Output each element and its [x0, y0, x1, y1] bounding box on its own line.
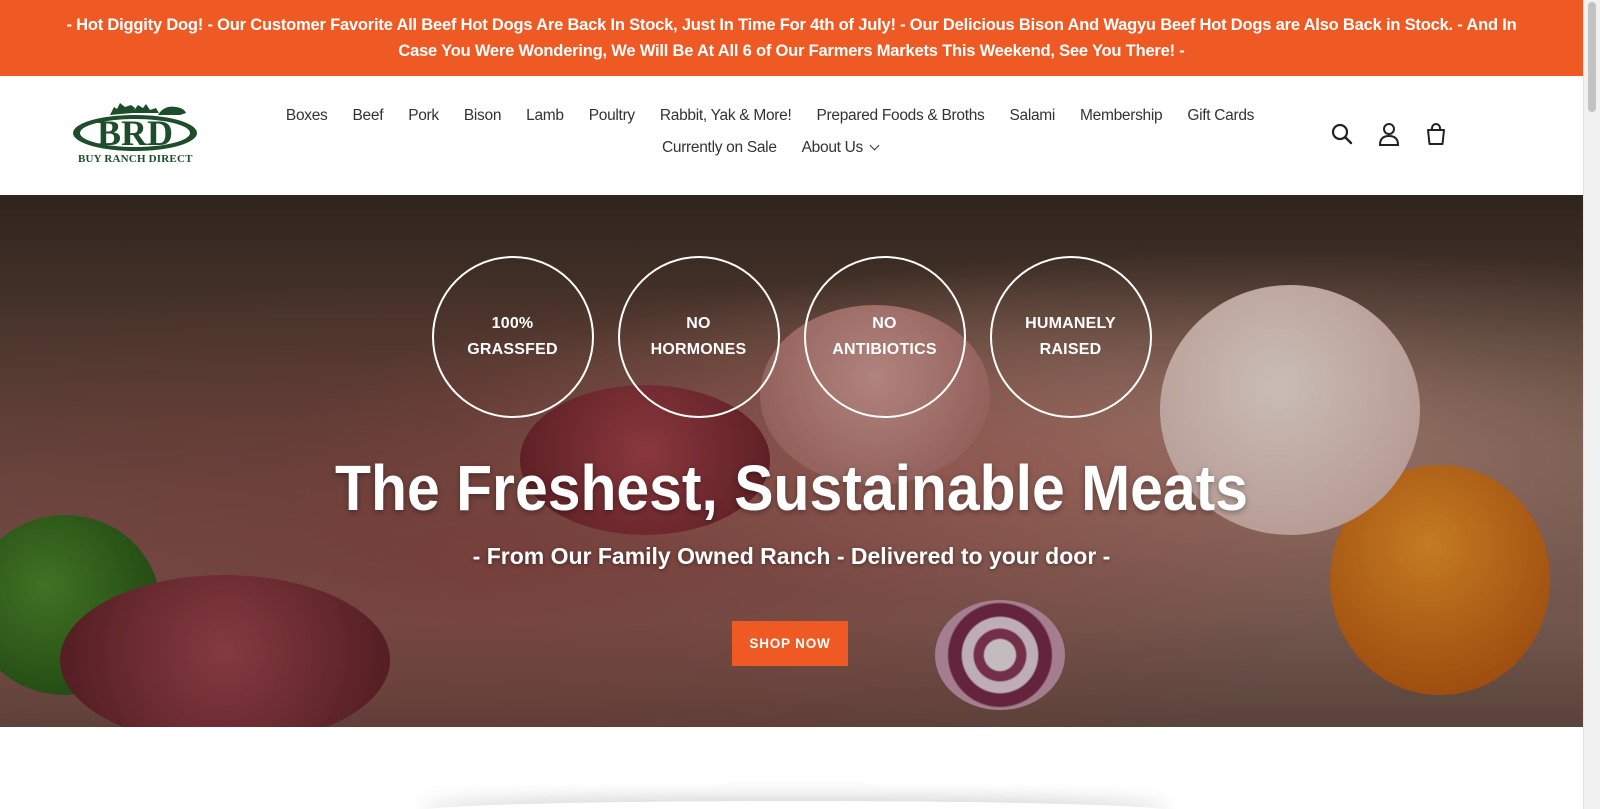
nav-item-lamb[interactable]: Lamb — [514, 107, 577, 125]
badge-line: RAISED — [1039, 341, 1102, 358]
nav-item-gift-cards[interactable]: Gift Cards — [1175, 107, 1267, 125]
hero-title: The Freshest, Sustainable Meats — [335, 452, 1248, 524]
badge-line: NO — [686, 315, 711, 332]
hero-subtitle: - From Our Family Owned Ranch - Delivere… — [472, 543, 1111, 569]
badge-line: 100% — [491, 315, 534, 332]
badge-line: NO — [872, 315, 897, 332]
account-icon[interactable] — [1375, 120, 1403, 148]
badge-line: GRASSFED — [467, 341, 558, 358]
nav-item-bison[interactable]: Bison — [451, 107, 513, 125]
nav-item-beef[interactable]: Beef — [340, 107, 396, 125]
below-fold-section — [0, 727, 1583, 809]
nav-item-about-us[interactable]: About Us — [789, 139, 890, 157]
badge-no-antibiotics: NO ANTIBIOTICS — [803, 256, 966, 418]
badge-row: 100% GRASSFED NO HORMONES NO ANTIBIOTICS HU… — [0, 256, 1583, 418]
nav-item-pork[interactable]: Pork — [396, 107, 452, 125]
nav-item-membership[interactable]: Membership — [1068, 107, 1175, 125]
header-actions — [1328, 120, 1450, 148]
badge-line: ANTIBIOTICS — [832, 341, 937, 358]
search-icon[interactable] — [1328, 120, 1356, 148]
shop-now-button[interactable]: SHOP NOW — [732, 621, 848, 666]
cart-icon[interactable] — [1422, 120, 1450, 148]
svg-text:BRD: BRD — [97, 113, 173, 153]
site-header: BRD BUY RANCH DIRECT Boxes Beef Pork Bis… — [0, 76, 1583, 195]
badge-no-hormones: NO HORMONES — [617, 256, 780, 418]
nav-item-on-sale[interactable]: Currently on Sale — [649, 139, 789, 157]
nav-item-prepared-foods[interactable]: Prepared Foods & Broths — [804, 107, 997, 125]
logo-mark-icon: BRD — [73, 103, 197, 153]
brand-name: BUY RANCH DIRECT — [78, 153, 193, 165]
main-nav: Boxes Beef Pork Bison Lamb Poultry Rabbi… — [286, 100, 1254, 164]
announcement-bar[interactable]: - Hot Diggity Dog! - Our Customer Favori… — [0, 0, 1583, 76]
badge-humanely-raised: HUMANELY RAISED — [989, 256, 1152, 418]
badge-grassfed: 100% GRASSFED — [431, 256, 594, 418]
nav-row-primary: Boxes Beef Pork Bison Lamb Poultry Rabbi… — [286, 100, 1254, 132]
hero-banner: 100% GRASSFED NO HORMONES NO ANTIBIOTICS HU… — [0, 195, 1583, 727]
badge-line: HUMANELY — [1025, 315, 1116, 332]
page: - Hot Diggity Dog! - Our Customer Favori… — [0, 0, 1583, 809]
brand-logo[interactable]: BRD BUY RANCH DIRECT — [70, 101, 200, 169]
announcement-text: - Hot Diggity Dog! - Our Customer Favori… — [66, 16, 1517, 60]
nav-item-salami[interactable]: Salami — [997, 107, 1068, 125]
nav-item-rabbit-yak[interactable]: Rabbit, Yak & More! — [647, 107, 804, 125]
nav-item-poultry[interactable]: Poultry — [576, 107, 647, 125]
nav-item-about-us-label: About Us — [801, 139, 864, 156]
scrollbar-thumb[interactable] — [1588, 2, 1596, 112]
badge-line: HORMONES — [650, 341, 747, 358]
chevron-down-icon — [869, 140, 880, 151]
card-shadow — [420, 801, 1170, 809]
page-scrollbar[interactable] — [1583, 0, 1600, 809]
nav-row-secondary: Currently on Sale About Us — [290, 132, 1250, 164]
nav-item-boxes[interactable]: Boxes — [273, 107, 340, 125]
